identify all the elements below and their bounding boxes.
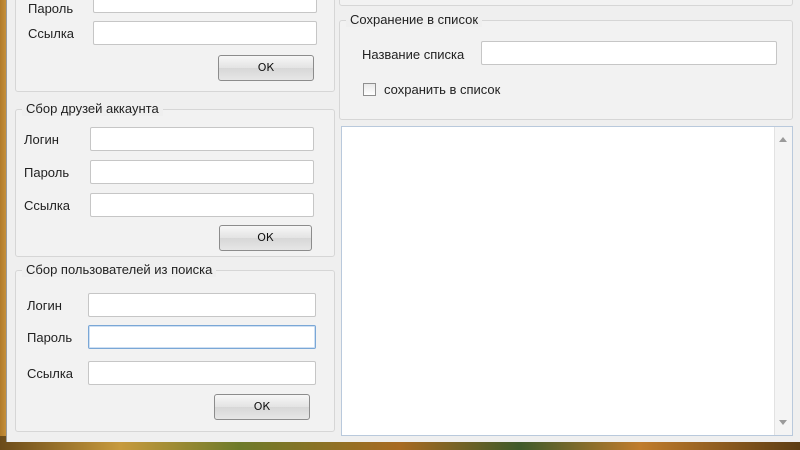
password-field[interactable] xyxy=(90,160,314,184)
scroll-up-arrow-icon[interactable] xyxy=(779,137,787,142)
link-label: Ссылка xyxy=(27,366,74,381)
link-label: Ссылка xyxy=(24,198,71,213)
ok-button[interactable]: ОК xyxy=(219,225,312,251)
group-save-to-list: Сохранение в список Название списка сохр… xyxy=(339,12,793,120)
ok-button[interactable]: ОК xyxy=(218,55,314,81)
password-label: Пароль xyxy=(24,165,70,180)
login-field[interactable] xyxy=(90,127,314,151)
link-field[interactable] xyxy=(93,21,317,45)
link-field[interactable] xyxy=(90,193,314,217)
login-label: Логин xyxy=(24,132,59,147)
ok-button[interactable]: ОК xyxy=(214,394,310,420)
group-account-friends: Сбор друзей аккаунта Логин Пароль Ссылка… xyxy=(15,101,335,257)
group-top-partial: Пароль Ссылка ОК xyxy=(15,0,335,92)
link-label: Ссылка xyxy=(28,26,75,41)
password-field[interactable] xyxy=(88,325,316,349)
password-field[interactable] xyxy=(93,0,317,13)
group-title: Сбор друзей аккаунта xyxy=(22,101,163,116)
vertical-scrollbar[interactable] xyxy=(774,127,792,435)
group-search-users: Сбор пользователей из поиска Логин Парол… xyxy=(15,262,335,432)
login-field[interactable] xyxy=(88,293,316,317)
password-label: Пароль xyxy=(28,1,74,16)
list-name-label: Название списка xyxy=(362,47,465,62)
login-label: Логин xyxy=(27,298,62,313)
app-window: Пароль Ссылка ОК Сбор друзей аккаунта Ло… xyxy=(6,0,800,442)
password-label: Пароль xyxy=(27,330,73,345)
list-name-input[interactable] xyxy=(481,41,777,65)
link-field[interactable] xyxy=(88,361,316,385)
group-top-right-partial xyxy=(339,0,793,6)
output-textarea[interactable] xyxy=(341,126,793,436)
scroll-down-arrow-icon[interactable] xyxy=(779,420,787,425)
group-title: Сохранение в список xyxy=(346,12,483,27)
save-to-list-checkbox-label[interactable]: сохранить в список xyxy=(384,82,500,97)
save-to-list-checkbox[interactable] xyxy=(363,83,376,96)
group-title: Сбор пользователей из поиска xyxy=(22,262,217,277)
